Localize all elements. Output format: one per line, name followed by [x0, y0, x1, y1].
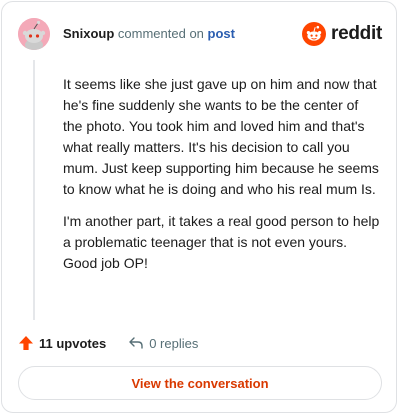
username[interactable]: Snixoup: [63, 26, 114, 41]
upvote-count: 11 upvotes: [39, 335, 107, 351]
view-conversation-button[interactable]: View the conversation: [18, 366, 382, 400]
upvote-arrow-icon: [19, 336, 33, 350]
snoo-avatar-icon: [18, 18, 50, 50]
action-text: commented on: [117, 26, 204, 41]
comment-paragraph: I'm another part, it takes a real good p…: [63, 213, 380, 271]
replies-button[interactable]: 0 replies: [128, 335, 198, 351]
reply-count: 0 replies: [149, 335, 199, 351]
comment-card: Snixoup commented on post reddit It seem…: [1, 1, 397, 413]
comment-body: It seems like she just gave up on him an…: [63, 74, 381, 285]
comment-footer: 11 upvotes 0 replies: [18, 335, 198, 351]
thread-line: [33, 60, 35, 320]
reddit-logo-icon: [302, 22, 327, 46]
reddit-brand[interactable]: reddit: [302, 22, 382, 46]
avatar[interactable]: [18, 18, 50, 50]
comment-paragraph: It seems like she just gave up on him an…: [63, 76, 379, 197]
post-link[interactable]: post: [208, 26, 235, 41]
reply-arrow-icon: [129, 337, 143, 349]
upvote-button[interactable]: 11 upvotes: [18, 335, 106, 351]
brand-name: reddit: [331, 23, 382, 44]
comment-header: Snixoup commented on post: [63, 26, 235, 41]
